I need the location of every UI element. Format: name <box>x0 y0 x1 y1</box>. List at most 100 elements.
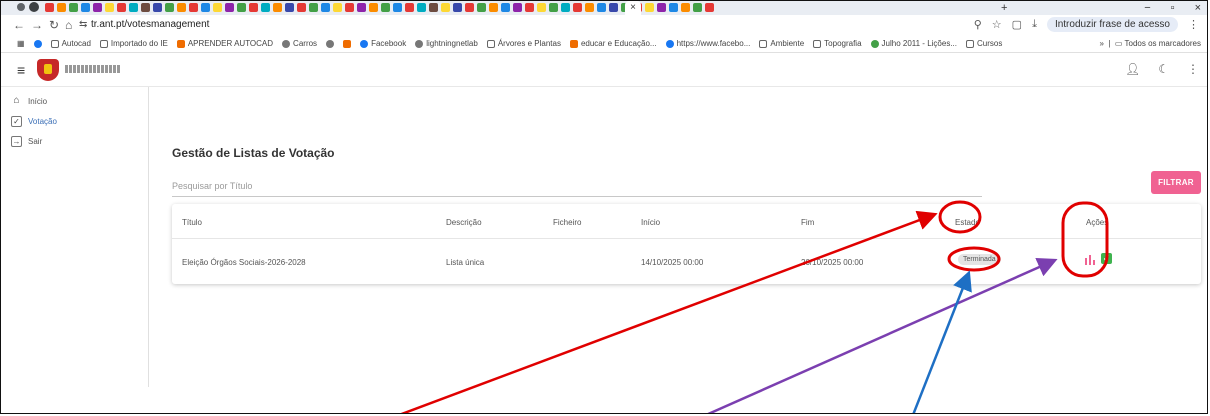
status-badge: Terminada <box>958 254 1001 265</box>
tab-favicon-icon[interactable] <box>29 2 39 12</box>
bookmark-label: Topografia <box>824 39 862 48</box>
bookmark-item[interactable]: lightningnetlab <box>415 39 478 48</box>
all-bookmarks-link[interactable]: Todos os marcadores <box>1125 39 1201 48</box>
column-header-inicio[interactable]: Início <box>641 218 660 227</box>
bookmark-item[interactable]: Julho 2011 - Lições... <box>870 39 957 48</box>
bookmark-label: Árvores e Plantas <box>497 39 561 48</box>
filter-button[interactable]: FILTRAR <box>1151 171 1201 194</box>
home-browser-icon[interactable]: ⌂ <box>65 18 72 32</box>
bookmarks-more-button[interactable]: » <box>1099 39 1103 48</box>
sidebar-item-label: Sair <box>28 136 43 146</box>
checkbox-icon: ✓ <box>11 115 22 127</box>
column-header-descricao[interactable]: Descrição <box>446 218 482 227</box>
theme-toggle-icon[interactable]: ☾ <box>1158 62 1169 76</box>
bookmark-label: Importado do IE <box>110 39 168 48</box>
sidebar-item-label: Votação <box>28 116 57 126</box>
bookmark-label: lightningnetlab <box>426 39 478 48</box>
minimize-button[interactable]: − <box>1144 1 1150 15</box>
approve-check-icon[interactable]: ✓ <box>1101 253 1112 264</box>
page-title: Gestão de Listas de Votação <box>172 146 335 160</box>
bookmark-label: Ambiente <box>770 39 805 48</box>
logout-icon: → <box>11 135 22 147</box>
extensions-icon[interactable]: ▢ <box>1012 18 1022 31</box>
bookmark-item[interactable] <box>326 39 335 48</box>
site-info-icon[interactable]: ⇆ <box>79 19 87 30</box>
blue-annotation-arrow <box>912 270 972 413</box>
maximize-button[interactable]: ▫ <box>1171 1 1175 15</box>
star-icon[interactable]: ☆ <box>992 18 1002 31</box>
app-header: ≡ 👤︎ ☾ ⋮ <box>1 53 1207 87</box>
bookmark-item[interactable]: Cursos <box>965 39 1003 48</box>
folder-icon <box>759 39 768 48</box>
globe-icon <box>282 39 291 48</box>
sidebar-item-sair[interactable]: → Sair <box>1 131 148 151</box>
cell-titulo: Eleição Órgãos Sociais-2026-2028 <box>182 258 306 267</box>
sidebar-item-label: Início <box>28 96 48 106</box>
bookmark-item[interactable] <box>33 39 42 48</box>
bookmark-item[interactable]: Ambiente <box>759 39 804 48</box>
address-bar: ← → ↻ ⌂ ⇆ tr.ant.pt/votesmanagement ⚲ ☆ … <box>1 15 1207 35</box>
organization-logo[interactable] <box>37 59 59 81</box>
bookmark-item[interactable]: Importado do IE <box>99 39 168 48</box>
apps-grid-icon[interactable]: ▦ <box>17 39 25 48</box>
bookmark-item[interactable]: educar e Educação... <box>569 39 657 48</box>
cell-descricao: Lista única <box>446 258 485 267</box>
tab-favicons[interactable] <box>45 3 714 12</box>
bookmark-label: Cursos <box>976 39 1003 48</box>
tab-controls <box>17 2 39 12</box>
column-header-titulo[interactable]: Título <box>182 218 202 227</box>
bookmark-item[interactable]: Árvores e Plantas <box>486 39 561 48</box>
organization-logo-text <box>65 65 121 73</box>
bookmark-item[interactable]: Facebook <box>360 39 406 48</box>
bookmark-item[interactable]: Carros <box>282 39 317 48</box>
results-chart-icon[interactable] <box>1085 255 1095 265</box>
user-icon[interactable]: 👤︎ <box>1125 62 1140 76</box>
globe-icon <box>415 39 424 48</box>
bookmark-item[interactable]: https://www.facebo... <box>665 39 750 48</box>
forward-arrow-icon[interactable]: → <box>31 18 43 32</box>
bookmark-item[interactable]: Topografia <box>813 39 862 48</box>
address-bar-actions: ⚲ ☆ ▢ ⤓ Introduzir frase de acesso ⋮ <box>974 17 1199 32</box>
search-input[interactable] <box>172 179 982 197</box>
browser-menu-icon[interactable]: ⋮ <box>1188 18 1199 31</box>
download-icon[interactable]: ⤓ <box>1032 18 1037 31</box>
column-header-fim[interactable]: Fim <box>801 218 814 227</box>
window-controls: − ▫ × <box>1144 1 1201 15</box>
screenshot-frame: × + − ▫ × ← → ↻ ⌂ ⇆ tr.ant.pt/votesmanag… <box>0 0 1208 414</box>
translate-phrase-chip[interactable]: Introduzir frase de acesso <box>1046 17 1178 32</box>
bookmark-item[interactable]: Autocad <box>50 39 91 48</box>
active-tab-close-button[interactable]: × <box>625 1 641 15</box>
sidebar-item-votacao[interactable]: ✓ Votação <box>1 111 148 131</box>
column-header-ficheiro[interactable]: Ficheiro <box>553 218 581 227</box>
globe-icon <box>326 39 335 48</box>
folder-icon <box>813 39 822 48</box>
url-field[interactable]: tr.ant.pt/votesmanagement <box>91 19 209 30</box>
bookmark-favicon-icon <box>870 39 879 48</box>
facebook-icon <box>360 39 369 48</box>
bookmarks-overflow: » | ▭ Todos os marcadores <box>1093 39 1201 48</box>
back-arrow-icon[interactable]: ← <box>13 18 25 32</box>
votes-table: Título Descrição Ficheiro Início Fim Est… <box>172 204 1201 284</box>
close-window-button[interactable]: × <box>1195 1 1201 15</box>
sidebar: ⌂ Início ✓ Votação → Sair <box>1 87 149 387</box>
bookmark-favicon-icon <box>343 39 352 48</box>
folder-icon <box>486 39 495 48</box>
bookmarks-bar: ▦ Autocad Importado do IE APRENDER AUTOC… <box>1 35 1207 53</box>
more-options-icon[interactable]: ⋮ <box>1187 62 1199 76</box>
header-divider <box>172 238 1201 239</box>
new-tab-button[interactable]: + <box>1001 1 1007 15</box>
menu-icon[interactable]: ≡ <box>17 62 25 78</box>
cell-inicio: 14/10/2025 00:00 <box>641 258 704 267</box>
facebook-icon <box>665 39 674 48</box>
bookmark-item[interactable]: APRENDER AUTOCAD <box>176 39 273 48</box>
sidebar-item-inicio[interactable]: ⌂ Início <box>1 91 148 111</box>
folder-icon: ▭ <box>1114 39 1123 48</box>
zoom-icon[interactable]: ⚲ <box>974 18 982 31</box>
bookmark-item[interactable] <box>343 39 352 48</box>
column-header-estado[interactable]: Estado <box>955 218 980 227</box>
bookmark-favicon-icon <box>569 39 578 48</box>
folder-icon <box>99 39 108 48</box>
reload-icon[interactable]: ↻ <box>49 18 59 32</box>
cell-fim: 20/10/2025 00:00 <box>801 258 864 267</box>
tab-search-icon[interactable] <box>17 3 25 11</box>
